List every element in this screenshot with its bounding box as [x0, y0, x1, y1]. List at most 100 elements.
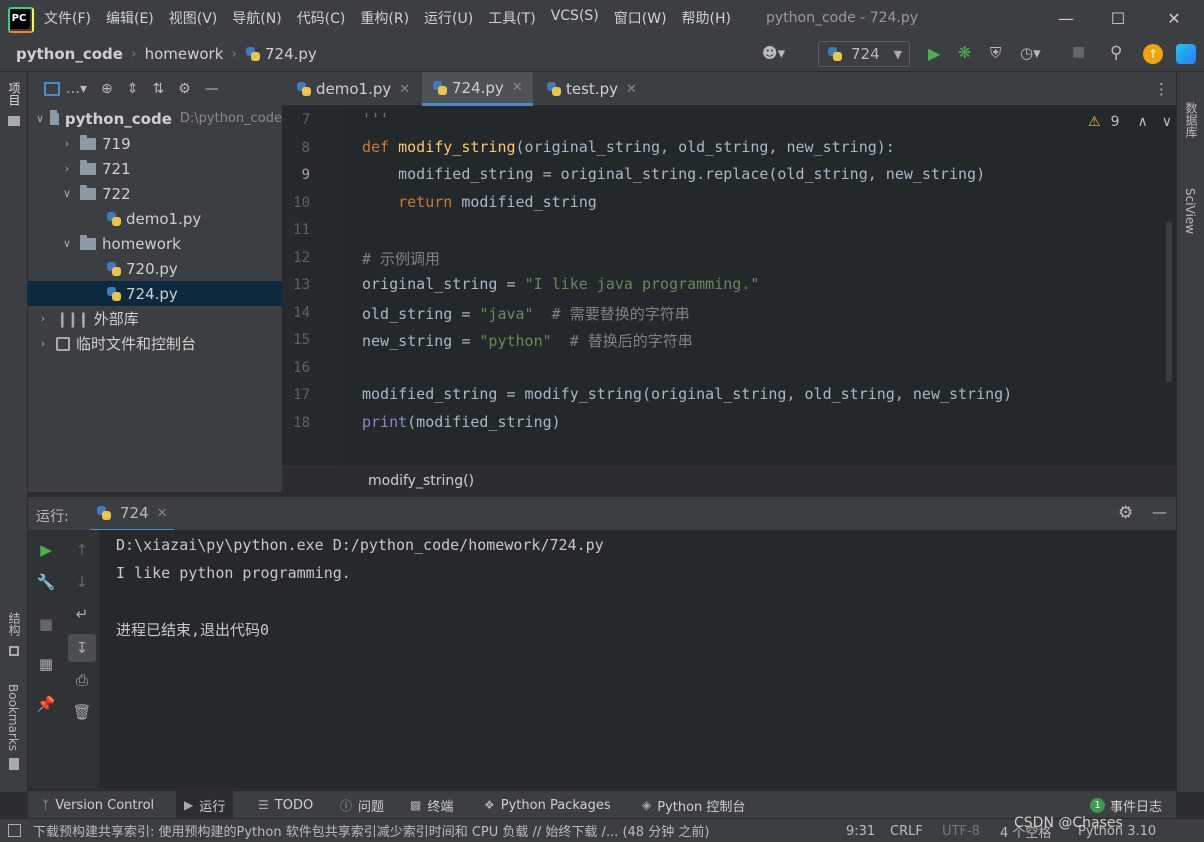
tab-terminal[interactable]: ▩ 终端	[410, 791, 453, 819]
chevron-up-icon[interactable]: ∧	[1137, 114, 1147, 130]
python-file-icon	[106, 286, 122, 302]
stop-icon[interactable]: ■	[1072, 44, 1085, 60]
code-token: (modified_string)	[407, 413, 561, 431]
menu-navigate[interactable]: 导航(N)	[232, 8, 281, 28]
menu-edit[interactable]: 编辑(E)	[106, 8, 154, 28]
wrench-icon[interactable]: 🔧	[36, 572, 56, 592]
maximize-button[interactable]: ☐	[1092, 0, 1144, 36]
gear-icon[interactable]: ⚙	[1118, 503, 1133, 523]
pin-icon[interactable]: 📌	[36, 694, 56, 714]
tab-run[interactable]: ▶ 运行	[176, 791, 234, 819]
structure-tool-tab[interactable]: 结构	[6, 612, 23, 636]
line-separator[interactable]: CRLF	[890, 819, 923, 842]
file-encoding[interactable]: UTF-8	[942, 819, 980, 842]
bookmark-icon	[9, 758, 19, 770]
tab-python-packages[interactable]: ❖ Python Packages	[484, 791, 611, 819]
tab-test[interactable]: test.py ✕	[536, 72, 647, 106]
more-options-icon[interactable]: ⋮	[1154, 80, 1169, 98]
code-editor[interactable]: 7 8 9 10 11 12 13 14 15 16 17 18 ⚠ 9 ∧ ∨…	[282, 106, 1176, 494]
code-line-13: original_string = "I like java programmi…	[362, 275, 759, 293]
tab-version-control[interactable]: ᛉ Version Control	[42, 791, 154, 819]
plugin-logo-icon[interactable]	[1176, 44, 1196, 64]
database-tool-tab[interactable]: 数据库	[1183, 102, 1200, 138]
tab-724[interactable]: 724.py ✕	[422, 72, 533, 106]
locate-icon[interactable]: ⊕	[101, 81, 113, 97]
info-icon: ⓘ	[340, 798, 353, 813]
menu-window[interactable]: 窗口(W)	[614, 8, 667, 28]
arrow-up-icon[interactable]: ↑	[72, 540, 92, 560]
close-icon[interactable]: ✕	[157, 506, 168, 521]
menu-file[interactable]: 文件(F)	[44, 8, 91, 28]
tree-item-homework[interactable]: ∨ homework	[28, 231, 282, 256]
tab-demo1[interactable]: demo1.py ✕	[286, 72, 420, 106]
minimize-button[interactable]: —	[1040, 0, 1092, 36]
tree-item-721[interactable]: › 721	[28, 156, 282, 181]
run-icon[interactable]: ▶	[928, 44, 940, 63]
run-console-output[interactable]: D:\xiazai\py\python.exe D:/python_code/h…	[100, 530, 1176, 788]
menu-tools[interactable]: 工具(T)	[488, 8, 535, 28]
tree-root-path: D:\python_code	[179, 111, 282, 126]
structure-icon	[9, 646, 19, 656]
search-icon[interactable]: ⚲	[1110, 43, 1122, 63]
tree-item-722[interactable]: ∨ 722	[28, 181, 282, 206]
code-token: "I like java programming."	[524, 275, 760, 293]
coverage-icon[interactable]: ⛨	[990, 44, 1001, 62]
code-breadcrumb[interactable]: modify_string()	[368, 473, 474, 489]
breadcrumb-project[interactable]: python_code	[16, 45, 123, 63]
collapse-all-icon[interactable]: ⇅	[153, 81, 165, 97]
tab-python-console[interactable]: ◈ Python 控制台	[642, 791, 745, 819]
debug-icon[interactable]: ❋	[958, 43, 971, 62]
caret-position[interactable]: 9:31	[846, 819, 875, 842]
print-icon[interactable]: ⎙	[72, 670, 92, 690]
python-file-icon	[96, 505, 112, 521]
toggle-tool-windows-icon[interactable]	[8, 824, 21, 837]
breadcrumb-file[interactable]: 724.py	[265, 45, 317, 63]
tab-problems[interactable]: ⓘ 问题	[340, 791, 384, 819]
soft-wrap-icon[interactable]: ↵	[72, 604, 92, 624]
stop-icon[interactable]: ■	[36, 614, 56, 634]
menu-view[interactable]: 视图(V)	[169, 8, 218, 28]
breadcrumb-folder[interactable]: homework	[145, 45, 224, 63]
run-tab-724[interactable]: 724 ✕	[90, 497, 174, 531]
hide-icon[interactable]: —	[1152, 503, 1167, 521]
tree-item-720[interactable]: 720.py	[28, 256, 282, 281]
menu-help[interactable]: 帮助(H)	[682, 8, 731, 28]
close-icon[interactable]: ✕	[512, 80, 523, 95]
sciview-tool-tab[interactable]: SciView	[1183, 188, 1197, 234]
status-message[interactable]: 下载预构建共享索引: 使用预构建的Python 软件包共享索引减少索引时间和 C…	[33, 821, 823, 840]
tree-root[interactable]: ∨ python_code D:\python_code	[28, 106, 282, 131]
tree-item-demo1[interactable]: demo1.py	[28, 206, 282, 231]
close-icon[interactable]: ✕	[399, 82, 410, 97]
close-icon[interactable]: ✕	[626, 82, 637, 97]
user-icon[interactable]: ☻▾	[762, 44, 785, 62]
rerun-icon[interactable]: ▶	[36, 540, 56, 560]
menu-vcs[interactable]: VCS(S)	[551, 8, 599, 28]
tree-item-scratches[interactable]: › 临时文件和控制台	[28, 331, 282, 356]
project-view-icon[interactable]	[44, 82, 60, 96]
tree-item-external-libraries[interactable]: › ❙❙❙ 外部库	[28, 306, 282, 331]
expand-all-icon[interactable]: ⇕	[127, 81, 139, 97]
bookmarks-tool-tab[interactable]: Bookmarks	[6, 684, 20, 751]
tree-item-719[interactable]: › 719	[28, 131, 282, 156]
gear-icon[interactable]: ⚙	[178, 81, 191, 97]
profile-icon[interactable]: ◷▾	[1020, 44, 1041, 62]
chevron-down-icon: ∨	[36, 112, 45, 125]
tree-item-724[interactable]: 724.py	[28, 281, 282, 306]
inspection-widget[interactable]: ⚠ 9 ∧ ∨	[1088, 114, 1172, 130]
menu-code[interactable]: 代码(C)	[297, 8, 346, 28]
scrollbar[interactable]	[1166, 222, 1172, 382]
menu-refactor[interactable]: 重构(R)	[360, 8, 409, 28]
tab-todo[interactable]: ☰ TODO	[258, 791, 313, 819]
arrow-down-icon[interactable]: ↓	[72, 572, 92, 592]
view-dropdown-icon[interactable]: …▾	[66, 81, 87, 97]
hide-icon[interactable]: —	[205, 81, 219, 97]
layout-icon[interactable]: ▦	[36, 654, 56, 674]
run-config-selector[interactable]: 724 ▼	[818, 41, 910, 67]
menu-run[interactable]: 运行(U)	[424, 8, 473, 28]
project-tool-tab[interactable]: 项目	[6, 82, 23, 106]
trash-icon[interactable]: 🗑	[72, 702, 92, 722]
update-icon[interactable]: ↑	[1143, 44, 1163, 64]
chevron-down-icon[interactable]: ∨	[1162, 114, 1172, 130]
scroll-to-end-icon[interactable]: ↧	[68, 634, 96, 662]
close-window-button[interactable]: ✕	[1148, 0, 1200, 36]
